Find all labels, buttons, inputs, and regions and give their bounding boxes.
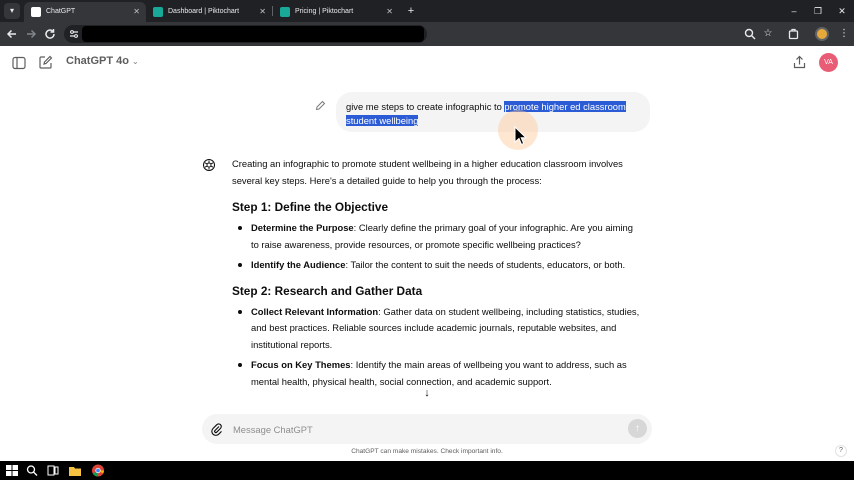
tab-close-icon[interactable]: ✕ [133, 2, 140, 22]
tab-close-icon[interactable]: ✕ [386, 2, 393, 22]
step-heading: Step 1: Define the Objective [232, 200, 389, 214]
user-message-text: give me steps to create infographic to [346, 101, 505, 112]
tab-label: Pricing | Piktochart [295, 8, 354, 15]
browser-toolbar: ☆ ⋮ [0, 22, 854, 46]
tab-label: Dashboard | Piktochart [168, 8, 240, 15]
tab-piktochart-pricing[interactable]: Pricing | Piktochart ✕ [273, 2, 399, 22]
disclaimer: ChatGPT can make mistakes. Check importa… [351, 448, 503, 455]
chatgpt-logo-icon [203, 159, 215, 171]
list-item: Focus on Key Themes: Identify the main a… [232, 357, 642, 390]
window-close-button[interactable]: ✕ [828, 0, 854, 22]
list-item: Determine the Purpose: Clearly define th… [232, 220, 642, 253]
new-chat-icon[interactable] [38, 55, 53, 70]
tab-close-icon[interactable]: ✕ [259, 2, 266, 22]
message-composer: ↑ [202, 414, 652, 444]
model-selector[interactable]: ChatGPT 4o ⌄ [66, 55, 139, 67]
profile-icon[interactable] [815, 27, 829, 41]
assistant-answer: Creating an infographic to promote stude… [232, 156, 642, 399]
back-icon[interactable] [4, 26, 20, 42]
app-header: ChatGPT 4o ⌄ VA [0, 46, 854, 80]
step-heading: Step 2: Research and Gather Data [232, 283, 423, 298]
bookmark-star-icon[interactable]: ☆ [760, 26, 776, 42]
user-avatar[interactable]: VA [819, 53, 838, 72]
scroll-down-button[interactable]: ↓ [420, 386, 434, 400]
file-explorer-icon[interactable] [68, 464, 82, 477]
os-taskbar [0, 461, 854, 480]
windows-start-icon[interactable] [5, 464, 19, 477]
task-view-icon[interactable] [46, 464, 60, 477]
piktochart-favicon-icon [280, 7, 290, 17]
tab-label: ChatGPT [46, 8, 76, 15]
browser-tab-strip: ▾ ChatGPT ✕ Dashboard | Piktochart ✕ Pri… [0, 0, 854, 22]
step-bullets: Determine the Purpose: Clearly define th… [232, 220, 642, 274]
mouse-cursor-highlight [498, 110, 538, 150]
sidebar-toggle-icon[interactable] [12, 56, 26, 70]
paperclip-icon[interactable] [210, 422, 223, 436]
list-item: Collect Relevant Information: Gather dat… [232, 304, 642, 354]
model-label: ChatGPT 4o [66, 55, 129, 67]
new-tab-button[interactable]: + [404, 2, 418, 20]
answer-intro: Creating an infographic to promote stude… [232, 158, 623, 186]
forward-icon[interactable] [23, 26, 39, 42]
chatgpt-favicon-icon [31, 7, 41, 17]
tab-search-icon[interactable]: ▾ [4, 3, 20, 19]
address-bar[interactable] [64, 25, 427, 43]
chevron-down-icon: ⌄ [131, 56, 139, 66]
reload-icon[interactable] [42, 26, 58, 42]
tab-chatgpt[interactable]: ChatGPT ✕ [24, 2, 146, 22]
step-bullets: Collect Relevant Information: Gather dat… [232, 304, 642, 391]
chrome-icon[interactable] [91, 464, 105, 477]
edit-message-icon[interactable] [315, 100, 326, 111]
zoom-icon[interactable] [742, 26, 758, 42]
help-button[interactable]: ? [835, 445, 847, 457]
tab-piktochart-dashboard[interactable]: Dashboard | Piktochart ✕ [146, 2, 272, 22]
send-button[interactable]: ↑ [628, 419, 647, 438]
site-info-icon[interactable] [68, 28, 80, 40]
url-redacted [82, 26, 424, 42]
list-item: Identify the Audience: Tailor the conten… [232, 257, 642, 274]
user-message-bubble: give me steps to create infographic to p… [336, 92, 650, 132]
message-input[interactable] [233, 422, 613, 436]
menu-icon[interactable]: ⋮ [836, 26, 852, 42]
piktochart-favicon-icon [153, 7, 163, 17]
pointer-cursor-icon [514, 126, 528, 146]
extensions-icon[interactable] [786, 26, 802, 42]
search-icon[interactable] [25, 464, 39, 477]
share-icon[interactable] [792, 55, 807, 70]
